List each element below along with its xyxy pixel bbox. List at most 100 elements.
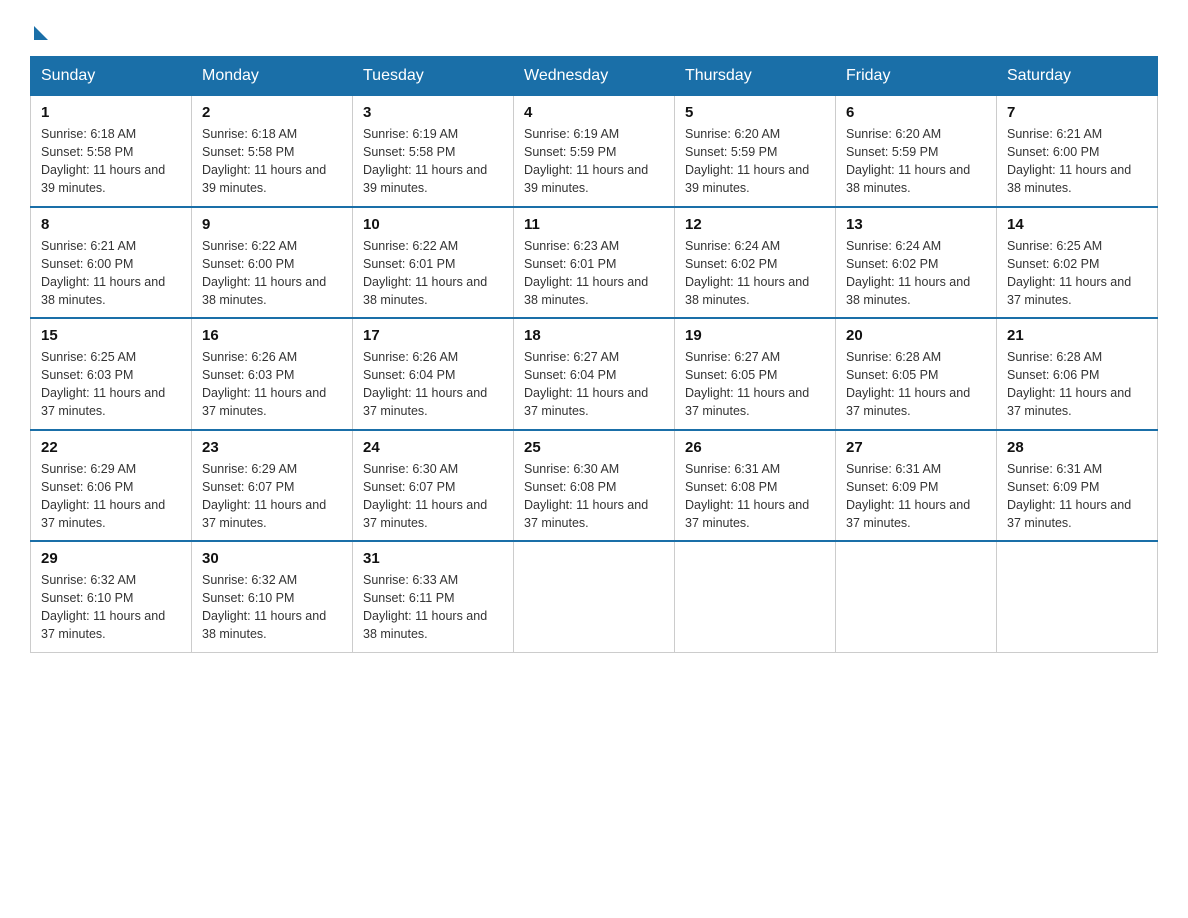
day-number: 6 — [846, 104, 986, 121]
calendar-cell: 17 Sunrise: 6:26 AMSunset: 6:04 PMDaylig… — [353, 318, 514, 430]
calendar-cell: 28 Sunrise: 6:31 AMSunset: 6:09 PMDaylig… — [997, 430, 1158, 542]
calendar-cell: 7 Sunrise: 6:21 AMSunset: 6:00 PMDayligh… — [997, 96, 1158, 207]
day-number: 9 — [202, 216, 342, 233]
column-header-saturday: Saturday — [997, 57, 1158, 96]
logo — [30, 20, 48, 36]
column-header-friday: Friday — [836, 57, 997, 96]
day-info: Sunrise: 6:32 AMSunset: 6:10 PMDaylight:… — [202, 573, 326, 641]
day-number: 16 — [202, 327, 342, 344]
calendar-cell: 14 Sunrise: 6:25 AMSunset: 6:02 PMDaylig… — [997, 207, 1158, 319]
logo-arrow-icon — [34, 26, 48, 40]
day-info: Sunrise: 6:20 AMSunset: 5:59 PMDaylight:… — [846, 127, 970, 195]
calendar-cell: 18 Sunrise: 6:27 AMSunset: 6:04 PMDaylig… — [514, 318, 675, 430]
day-info: Sunrise: 6:25 AMSunset: 6:02 PMDaylight:… — [1007, 239, 1131, 307]
day-number: 27 — [846, 439, 986, 456]
day-number: 8 — [41, 216, 181, 233]
day-info: Sunrise: 6:18 AMSunset: 5:58 PMDaylight:… — [41, 127, 165, 195]
calendar-cell: 12 Sunrise: 6:24 AMSunset: 6:02 PMDaylig… — [675, 207, 836, 319]
day-number: 3 — [363, 104, 503, 121]
calendar-cell — [997, 541, 1158, 652]
day-info: Sunrise: 6:24 AMSunset: 6:02 PMDaylight:… — [846, 239, 970, 307]
calendar-cell: 8 Sunrise: 6:21 AMSunset: 6:00 PMDayligh… — [31, 207, 192, 319]
day-number: 24 — [363, 439, 503, 456]
calendar-cell: 10 Sunrise: 6:22 AMSunset: 6:01 PMDaylig… — [353, 207, 514, 319]
day-info: Sunrise: 6:28 AMSunset: 6:05 PMDaylight:… — [846, 350, 970, 418]
day-number: 28 — [1007, 439, 1147, 456]
calendar-cell: 21 Sunrise: 6:28 AMSunset: 6:06 PMDaylig… — [997, 318, 1158, 430]
day-info: Sunrise: 6:29 AMSunset: 6:07 PMDaylight:… — [202, 462, 326, 530]
calendar-cell: 30 Sunrise: 6:32 AMSunset: 6:10 PMDaylig… — [192, 541, 353, 652]
day-number: 30 — [202, 550, 342, 567]
day-number: 21 — [1007, 327, 1147, 344]
day-number: 7 — [1007, 104, 1147, 121]
calendar-week-row: 8 Sunrise: 6:21 AMSunset: 6:00 PMDayligh… — [31, 207, 1158, 319]
day-number: 2 — [202, 104, 342, 121]
day-info: Sunrise: 6:22 AMSunset: 6:00 PMDaylight:… — [202, 239, 326, 307]
calendar-cell: 31 Sunrise: 6:33 AMSunset: 6:11 PMDaylig… — [353, 541, 514, 652]
day-number: 12 — [685, 216, 825, 233]
calendar-cell: 5 Sunrise: 6:20 AMSunset: 5:59 PMDayligh… — [675, 96, 836, 207]
calendar-cell: 20 Sunrise: 6:28 AMSunset: 6:05 PMDaylig… — [836, 318, 997, 430]
calendar-cell: 2 Sunrise: 6:18 AMSunset: 5:58 PMDayligh… — [192, 96, 353, 207]
day-number: 31 — [363, 550, 503, 567]
day-info: Sunrise: 6:30 AMSunset: 6:07 PMDaylight:… — [363, 462, 487, 530]
day-number: 5 — [685, 104, 825, 121]
column-header-thursday: Thursday — [675, 57, 836, 96]
calendar-cell: 19 Sunrise: 6:27 AMSunset: 6:05 PMDaylig… — [675, 318, 836, 430]
day-info: Sunrise: 6:26 AMSunset: 6:03 PMDaylight:… — [202, 350, 326, 418]
calendar-week-row: 29 Sunrise: 6:32 AMSunset: 6:10 PMDaylig… — [31, 541, 1158, 652]
calendar-header-row: SundayMondayTuesdayWednesdayThursdayFrid… — [31, 57, 1158, 96]
calendar-cell: 25 Sunrise: 6:30 AMSunset: 6:08 PMDaylig… — [514, 430, 675, 542]
calendar-cell: 16 Sunrise: 6:26 AMSunset: 6:03 PMDaylig… — [192, 318, 353, 430]
calendar-cell: 23 Sunrise: 6:29 AMSunset: 6:07 PMDaylig… — [192, 430, 353, 542]
day-info: Sunrise: 6:25 AMSunset: 6:03 PMDaylight:… — [41, 350, 165, 418]
day-number: 17 — [363, 327, 503, 344]
day-number: 29 — [41, 550, 181, 567]
calendar-cell: 27 Sunrise: 6:31 AMSunset: 6:09 PMDaylig… — [836, 430, 997, 542]
day-number: 4 — [524, 104, 664, 121]
day-info: Sunrise: 6:31 AMSunset: 6:09 PMDaylight:… — [846, 462, 970, 530]
calendar-table: SundayMondayTuesdayWednesdayThursdayFrid… — [30, 56, 1158, 653]
day-info: Sunrise: 6:23 AMSunset: 6:01 PMDaylight:… — [524, 239, 648, 307]
day-info: Sunrise: 6:27 AMSunset: 6:05 PMDaylight:… — [685, 350, 809, 418]
calendar-cell: 29 Sunrise: 6:32 AMSunset: 6:10 PMDaylig… — [31, 541, 192, 652]
day-info: Sunrise: 6:28 AMSunset: 6:06 PMDaylight:… — [1007, 350, 1131, 418]
day-info: Sunrise: 6:31 AMSunset: 6:09 PMDaylight:… — [1007, 462, 1131, 530]
column-header-sunday: Sunday — [31, 57, 192, 96]
day-info: Sunrise: 6:33 AMSunset: 6:11 PMDaylight:… — [363, 573, 487, 641]
calendar-cell: 4 Sunrise: 6:19 AMSunset: 5:59 PMDayligh… — [514, 96, 675, 207]
calendar-cell — [514, 541, 675, 652]
day-info: Sunrise: 6:21 AMSunset: 6:00 PMDaylight:… — [1007, 127, 1131, 195]
day-number: 19 — [685, 327, 825, 344]
calendar-cell: 6 Sunrise: 6:20 AMSunset: 5:59 PMDayligh… — [836, 96, 997, 207]
page-header — [30, 20, 1158, 36]
day-number: 22 — [41, 439, 181, 456]
calendar-cell: 13 Sunrise: 6:24 AMSunset: 6:02 PMDaylig… — [836, 207, 997, 319]
calendar-cell: 26 Sunrise: 6:31 AMSunset: 6:08 PMDaylig… — [675, 430, 836, 542]
day-info: Sunrise: 6:18 AMSunset: 5:58 PMDaylight:… — [202, 127, 326, 195]
day-info: Sunrise: 6:21 AMSunset: 6:00 PMDaylight:… — [41, 239, 165, 307]
calendar-week-row: 1 Sunrise: 6:18 AMSunset: 5:58 PMDayligh… — [31, 96, 1158, 207]
calendar-cell: 24 Sunrise: 6:30 AMSunset: 6:07 PMDaylig… — [353, 430, 514, 542]
calendar-cell: 22 Sunrise: 6:29 AMSunset: 6:06 PMDaylig… — [31, 430, 192, 542]
calendar-week-row: 15 Sunrise: 6:25 AMSunset: 6:03 PMDaylig… — [31, 318, 1158, 430]
day-number: 11 — [524, 216, 664, 233]
day-info: Sunrise: 6:27 AMSunset: 6:04 PMDaylight:… — [524, 350, 648, 418]
calendar-cell: 15 Sunrise: 6:25 AMSunset: 6:03 PMDaylig… — [31, 318, 192, 430]
calendar-cell: 11 Sunrise: 6:23 AMSunset: 6:01 PMDaylig… — [514, 207, 675, 319]
calendar-week-row: 22 Sunrise: 6:29 AMSunset: 6:06 PMDaylig… — [31, 430, 1158, 542]
calendar-cell — [675, 541, 836, 652]
calendar-cell: 1 Sunrise: 6:18 AMSunset: 5:58 PMDayligh… — [31, 96, 192, 207]
day-info: Sunrise: 6:26 AMSunset: 6:04 PMDaylight:… — [363, 350, 487, 418]
day-number: 15 — [41, 327, 181, 344]
day-info: Sunrise: 6:19 AMSunset: 5:58 PMDaylight:… — [363, 127, 487, 195]
day-number: 1 — [41, 104, 181, 121]
day-number: 14 — [1007, 216, 1147, 233]
day-info: Sunrise: 6:20 AMSunset: 5:59 PMDaylight:… — [685, 127, 809, 195]
day-number: 23 — [202, 439, 342, 456]
calendar-cell: 3 Sunrise: 6:19 AMSunset: 5:58 PMDayligh… — [353, 96, 514, 207]
day-info: Sunrise: 6:19 AMSunset: 5:59 PMDaylight:… — [524, 127, 648, 195]
day-number: 20 — [846, 327, 986, 344]
day-number: 18 — [524, 327, 664, 344]
day-info: Sunrise: 6:30 AMSunset: 6:08 PMDaylight:… — [524, 462, 648, 530]
